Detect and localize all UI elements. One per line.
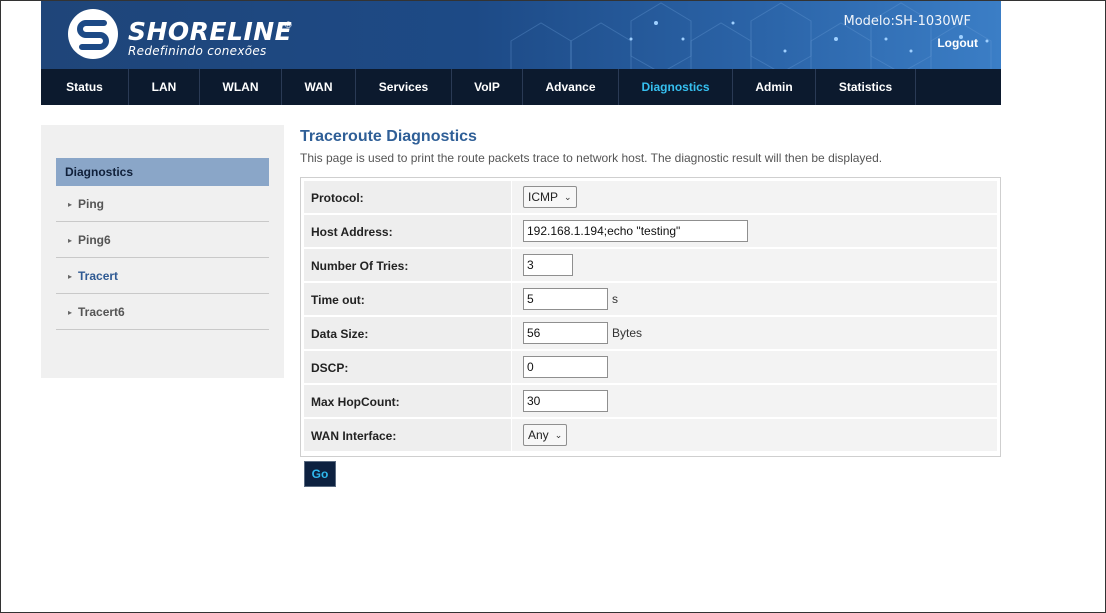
sidebar-heading: Diagnostics xyxy=(56,158,269,186)
sidebar-item-label: Ping6 xyxy=(78,233,111,247)
nav-advance[interactable]: Advance xyxy=(523,69,619,105)
logo-wordmark: SHORELINE xyxy=(128,17,293,46)
dscp-label: DSCP: xyxy=(304,351,512,385)
form-row-maxhop: Max HopCount: xyxy=(304,385,997,419)
nav-lan[interactable]: LAN xyxy=(129,69,200,105)
form-row-dscp: DSCP: xyxy=(304,351,997,385)
main-content: Traceroute Diagnostics This page is used… xyxy=(300,125,1001,457)
chevron-down-icon: ⌄ xyxy=(554,429,563,440)
wan-interface-label: WAN Interface: xyxy=(304,419,512,453)
dscp-input[interactable] xyxy=(523,356,608,378)
sidebar-item-label: Tracert6 xyxy=(78,305,125,319)
tries-input[interactable] xyxy=(523,254,573,276)
go-button[interactable]: Go xyxy=(304,461,336,487)
maxhop-label: Max HopCount: xyxy=(304,385,512,419)
sidebar-list: ▸ Ping ▸ Ping6 ▸ Tracert ▸ Tracert6 xyxy=(56,186,269,330)
registered-mark: ® xyxy=(285,20,292,30)
shoreline-s-logo-icon xyxy=(68,9,118,59)
wan-interface-select[interactable]: Any ⌄ xyxy=(523,424,568,446)
host-address-input[interactable] xyxy=(523,220,748,242)
form-row-tries: Number Of Tries: xyxy=(304,249,997,283)
bullet-icon: ▸ xyxy=(68,272,73,281)
chevron-down-icon: ⌄ xyxy=(564,191,572,202)
protocol-select[interactable]: ICMP ⌄ xyxy=(523,186,577,208)
sidebar-item-tracert[interactable]: ▸ Tracert xyxy=(56,258,269,294)
protocol-selected-value: ICMP xyxy=(528,190,558,204)
bullet-icon: ▸ xyxy=(68,200,73,209)
nav-diagnostics[interactable]: Diagnostics xyxy=(619,69,733,105)
nav-voip[interactable]: VoIP xyxy=(452,69,523,105)
brand-logo: SHORELINE ® Redefinindo conexões xyxy=(66,7,326,61)
sidebar-item-label: Ping xyxy=(78,197,105,211)
nav-wan[interactable]: WAN xyxy=(282,69,356,105)
logo-tagline: Redefinindo conexões xyxy=(128,44,267,58)
datasize-label: Data Size: xyxy=(304,317,512,351)
host-address-label: Host Address: xyxy=(304,215,512,249)
form-row-protocol: Protocol: ICMP ⌄ xyxy=(304,181,997,215)
form-row-wan: WAN Interface: Any ⌄ xyxy=(304,419,997,453)
logout-link[interactable]: Logout xyxy=(937,36,978,50)
page-title: Traceroute Diagnostics xyxy=(300,128,477,145)
traceroute-form: Protocol: ICMP ⌄ Host Address: Number Of … xyxy=(300,177,1001,457)
sidebar-item-ping[interactable]: ▸ Ping xyxy=(56,186,269,222)
model-label: Modelo:SH-1030WF xyxy=(843,14,972,29)
form-row-host: Host Address: xyxy=(304,215,997,249)
sidebar-item-tracert6[interactable]: ▸ Tracert6 xyxy=(56,294,269,330)
nav-wlan[interactable]: WLAN xyxy=(200,69,282,105)
datasize-input[interactable] xyxy=(523,322,608,344)
header-banner: SHORELINE ® Redefinindo conexões Modelo:… xyxy=(41,1,1001,69)
sidebar: Diagnostics ▸ Ping ▸ Ping6 ▸ Tracert ▸ Trace… xyxy=(41,125,284,378)
form-row-datasize: Data Size: Bytes xyxy=(304,317,997,351)
nav-status[interactable]: Status xyxy=(41,69,129,105)
sidebar-item-label: Tracert xyxy=(78,269,119,283)
nav-statistics[interactable]: Statistics xyxy=(816,69,916,105)
nav-services[interactable]: Services xyxy=(356,69,452,105)
bullet-icon: ▸ xyxy=(68,236,73,245)
wan-selected-value: Any xyxy=(528,428,549,442)
maxhop-input[interactable] xyxy=(523,390,608,412)
timeout-label: Time out: xyxy=(304,283,512,317)
sidebar-item-ping6[interactable]: ▸ Ping6 xyxy=(56,222,269,258)
page-description: This page is used to print the route pac… xyxy=(300,151,883,165)
form-row-timeout: Time out: s xyxy=(304,283,997,317)
datasize-unit: Bytes xyxy=(612,326,643,340)
main-nav: Status LAN WLAN WAN Services VoIP Advanc… xyxy=(41,69,1001,105)
tries-label: Number Of Tries: xyxy=(304,249,512,283)
nav-admin[interactable]: Admin xyxy=(733,69,816,105)
timeout-input[interactable] xyxy=(523,288,608,310)
bullet-icon: ▸ xyxy=(68,308,73,317)
protocol-label: Protocol: xyxy=(304,181,512,215)
timeout-unit: s xyxy=(612,292,618,306)
